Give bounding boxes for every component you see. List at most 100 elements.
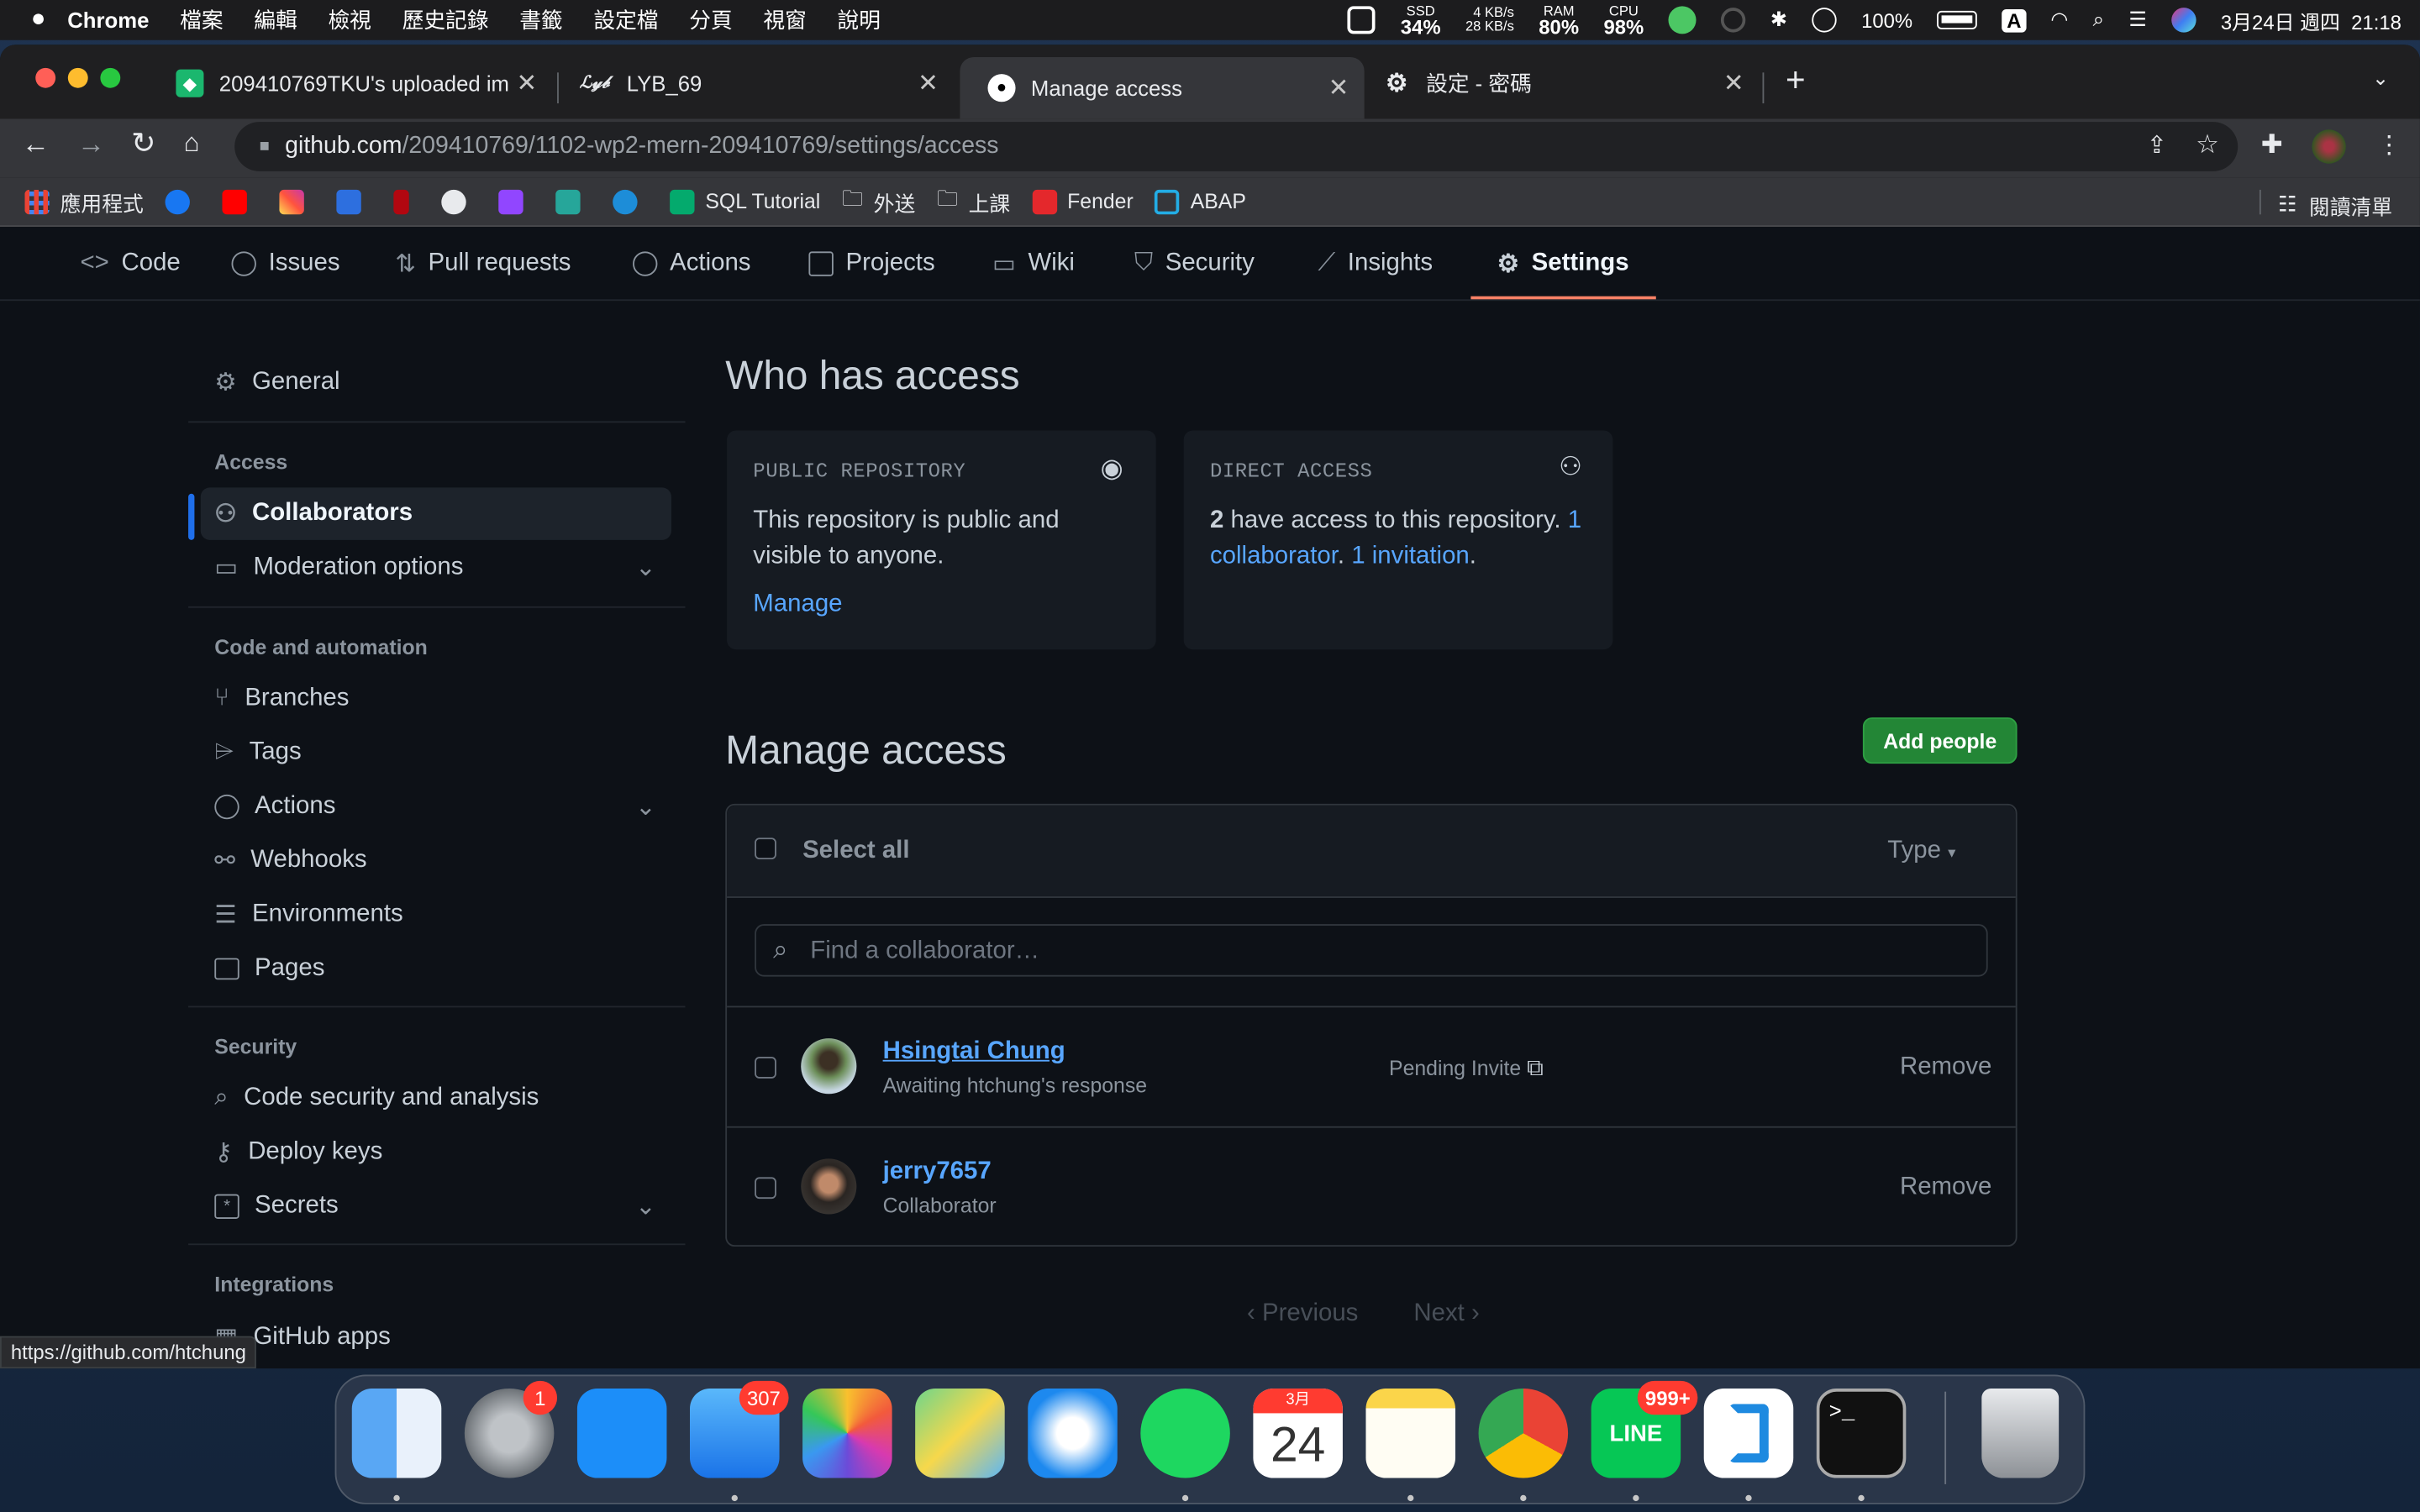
previous-page-button[interactable]: ‹ Previous bbox=[1247, 1300, 1358, 1328]
next-page-button[interactable]: Next › bbox=[1413, 1300, 1479, 1328]
youtube-icon[interactable] bbox=[222, 188, 257, 214]
netflix-icon[interactable] bbox=[393, 188, 419, 214]
row-checkbox[interactable] bbox=[755, 1057, 776, 1079]
menu-bookmarks[interactable]: 書籤 bbox=[519, 5, 562, 36]
spotify-icon[interactable] bbox=[1140, 1389, 1230, 1478]
lock-icon[interactable]: ■ bbox=[260, 137, 270, 155]
menu-help[interactable]: 說明 bbox=[838, 5, 881, 36]
line-icon[interactable]: LINE 999+ bbox=[1591, 1380, 1698, 1478]
collaborator-name[interactable]: jerry7657 bbox=[883, 1158, 992, 1186]
system-preferences-icon[interactable]: 1 bbox=[464, 1380, 558, 1478]
sidebar-item-collaborators[interactable]: ⚇ Collaborators bbox=[200, 487, 671, 540]
instagram-icon[interactable] bbox=[279, 188, 314, 214]
menu-edit[interactable]: 編輯 bbox=[254, 5, 297, 36]
spotlight-icon[interactable]: ⌕ bbox=[2093, 8, 2104, 32]
tab-manage-access[interactable]: ● Manage access ✕ bbox=[960, 56, 1365, 119]
collaborator-link[interactable]: collaborator bbox=[1210, 543, 1338, 570]
bookmark-fender[interactable]: Fender bbox=[1031, 188, 1134, 214]
close-tab-icon[interactable]: ✕ bbox=[1723, 68, 1744, 99]
extensions-icon[interactable]: ✚ bbox=[2261, 129, 2283, 160]
nav-code[interactable]: <> Code bbox=[81, 227, 181, 301]
avatar[interactable] bbox=[801, 1038, 857, 1095]
sidebar-item-deploy-keys[interactable]: ⚷ Deploy keys bbox=[201, 1126, 671, 1179]
sidebar-item-github-apps[interactable]: ▦GitHub apps bbox=[201, 1311, 671, 1363]
invitation-link[interactable]: 1 invitation bbox=[1351, 543, 1470, 570]
play-icon[interactable] bbox=[1812, 8, 1837, 33]
back-icon[interactable]: ← bbox=[22, 128, 50, 160]
menu-history[interactable]: 歷史記錄 bbox=[402, 5, 489, 36]
manage-visibility-link[interactable]: Manage bbox=[753, 591, 842, 618]
sidebar-item-actions[interactable]: Actions ⌄ bbox=[201, 780, 671, 832]
control-center-icon[interactable]: ☰ bbox=[2128, 8, 2146, 32]
app-menu[interactable]: Chrome bbox=[67, 8, 149, 32]
vscode-icon[interactable] bbox=[1703, 1389, 1794, 1478]
bookmark-folder-class[interactable]: 🗀 上課 bbox=[937, 184, 1010, 219]
nav-pull-requests[interactable]: ⇅ Pull requests bbox=[395, 227, 571, 301]
tab-settings-passwords[interactable]: ⚙ 設定 - 密碼 ✕ bbox=[1355, 57, 1760, 109]
bluetooth-icon[interactable]: ✱ bbox=[1770, 8, 1787, 32]
nav-security[interactable]: ⛉ Security bbox=[1134, 227, 1255, 301]
notes-icon[interactable] bbox=[1365, 1389, 1456, 1478]
share-icon[interactable]: ⇪ bbox=[2147, 131, 2167, 160]
copy-icon[interactable]: ⧉ bbox=[1527, 1055, 1544, 1081]
close-tab-icon[interactable]: ✕ bbox=[918, 68, 939, 99]
sidebar-item-moderation[interactable]: ▭ Moderation options ⌄ bbox=[201, 542, 671, 594]
maps-icon[interactable] bbox=[915, 1389, 1005, 1478]
minimize-window-button[interactable] bbox=[67, 67, 88, 88]
calendar-icon[interactable]: 3月 24 bbox=[1253, 1389, 1343, 1478]
wifi-icon[interactable]: ◠ bbox=[2050, 8, 2068, 32]
reload-icon[interactable]: ↻ bbox=[131, 127, 155, 162]
avatar[interactable] bbox=[801, 1158, 857, 1215]
tab-lyb[interactable]: ℒ𝓎𝒷 LYB_69 ✕ bbox=[550, 57, 954, 109]
collaborator-name[interactable]: Hsingtai Chung bbox=[883, 1038, 1065, 1066]
menu-tab[interactable]: 分頁 bbox=[689, 5, 732, 36]
close-tab-icon[interactable]: ✕ bbox=[517, 68, 538, 99]
forward-icon[interactable]: → bbox=[77, 128, 105, 160]
chrome-icon[interactable] bbox=[1478, 1389, 1569, 1478]
finder-icon[interactable] bbox=[351, 1389, 442, 1478]
omnibox[interactable]: ■ github.com /209410769/1102-wp2-mern-20… bbox=[234, 122, 2238, 171]
clock[interactable]: 3月24日 週四 21:18 bbox=[2221, 5, 2402, 34]
nav-actions[interactable]: Actions bbox=[633, 227, 750, 301]
profile-avatar[interactable] bbox=[2312, 129, 2346, 164]
new-tab-icon[interactable]: + bbox=[1786, 60, 1806, 101]
nav-insights[interactable]: ⟋ Insights bbox=[1318, 227, 1434, 301]
bookmark-folder-takeout[interactable]: 🗀 外送 bbox=[842, 184, 915, 219]
sidebar-item-branches[interactable]: ⑂ Branches bbox=[201, 673, 671, 725]
siri-icon[interactable] bbox=[2171, 8, 2196, 33]
istat-icon[interactable] bbox=[1348, 6, 1376, 34]
sidebar-item-general[interactable]: ⚙ General bbox=[201, 356, 671, 408]
sidebar-item-secrets[interactable]: * Secrets ⌄ bbox=[201, 1180, 671, 1232]
remove-button[interactable]: Remove bbox=[1900, 1053, 1991, 1081]
airdrop-icon[interactable] bbox=[1721, 8, 1746, 33]
menu-profiles[interactable]: 設定檔 bbox=[593, 5, 658, 36]
bookmark-sql-tutorial[interactable]: SQL Tutorial bbox=[670, 188, 820, 214]
safari-icon[interactable] bbox=[1028, 1389, 1118, 1478]
row-checkbox[interactable] bbox=[755, 1177, 776, 1200]
bookmark-star-icon[interactable]: ☆ bbox=[2196, 129, 2219, 160]
twitch-icon[interactable] bbox=[498, 188, 534, 214]
bookmark-blue-icon[interactable] bbox=[336, 188, 371, 214]
battery-icon[interactable] bbox=[1937, 10, 1978, 29]
photos-icon[interactable] bbox=[802, 1389, 892, 1478]
menu-file[interactable]: 檔案 bbox=[180, 5, 223, 36]
close-window-button[interactable] bbox=[35, 67, 56, 88]
line-status-icon[interactable] bbox=[1668, 6, 1697, 34]
menu-window[interactable]: 視窗 bbox=[763, 5, 806, 36]
reading-list[interactable]: ☷ 閱讀清單 bbox=[2278, 190, 2392, 221]
sidebar-item-environments[interactable]: ☰ Environments bbox=[201, 889, 671, 941]
terminal-icon[interactable]: >_ bbox=[1816, 1389, 1907, 1478]
type-filter[interactable]: Type ▾ bbox=[1887, 837, 1955, 865]
tab-uploaded-images[interactable]: ◆ 209410769TKU's uploaded im ✕ bbox=[148, 57, 552, 109]
bookmark-abap[interactable]: ABAP bbox=[1155, 188, 1246, 214]
bookmark-teal-icon[interactable] bbox=[555, 188, 591, 214]
globe-icon[interactable] bbox=[441, 188, 476, 214]
nav-wiki[interactable]: ▭ Wiki bbox=[992, 227, 1075, 301]
menu-view[interactable]: 檢視 bbox=[328, 5, 371, 36]
sidebar-item-code-security[interactable]: ⌕ Code security and analysis bbox=[201, 1073, 671, 1125]
input-method-icon[interactable]: A bbox=[2002, 8, 2026, 32]
sidebar-item-pages[interactable]: Pages bbox=[201, 942, 671, 995]
search-input[interactable]: ⌕ Find a collaborator… bbox=[755, 924, 1988, 977]
app-store-icon[interactable] bbox=[576, 1389, 667, 1478]
select-all-checkbox[interactable] bbox=[755, 837, 776, 860]
